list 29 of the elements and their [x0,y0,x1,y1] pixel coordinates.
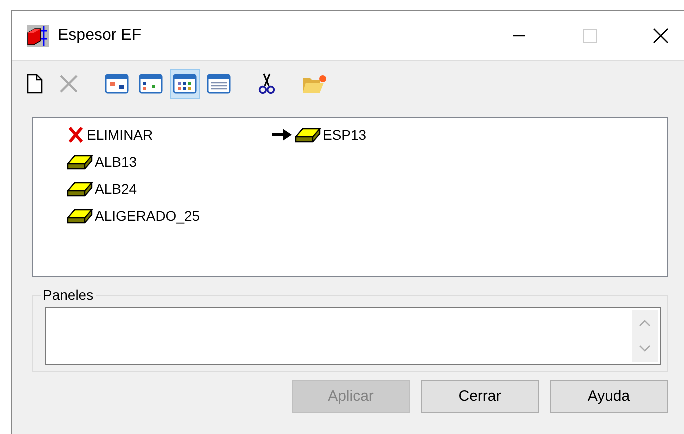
list-item[interactable]: ESP13 [295,121,367,148]
scissors-icon [258,73,276,95]
list-item[interactable]: ALIGERADO_25 [67,202,257,229]
dialog-button[interactable]: Cerrar [421,380,539,413]
slab-icon [67,180,93,196]
view-icon [139,74,163,94]
close-icon [653,28,669,44]
view-icon [207,74,231,94]
cross-icon [67,126,85,144]
folder-icon [302,73,328,95]
group-title: Paneles [42,287,95,303]
list-item[interactable]: ELIMINAR [67,121,257,148]
slab-icon [67,154,93,170]
view-icon [105,74,129,94]
list-item[interactable]: ALB13 [67,148,257,175]
maximize-icon [583,28,597,42]
slab-icon [295,126,321,142]
minimize-icon [513,34,525,36]
panels-field[interactable] [45,307,661,365]
dialog-button[interactable]: Ayuda [550,380,668,413]
app-icon [27,24,49,46]
view-icon [173,74,197,94]
window-title: Espesor EF [58,26,142,44]
slab-icon [67,208,93,224]
list-item[interactable]: ALB24 [67,175,257,202]
arrow-icon [271,128,293,142]
blank-page-icon [26,74,44,94]
view-list-tool-button[interactable] [170,69,200,99]
cross-icon [59,74,79,94]
